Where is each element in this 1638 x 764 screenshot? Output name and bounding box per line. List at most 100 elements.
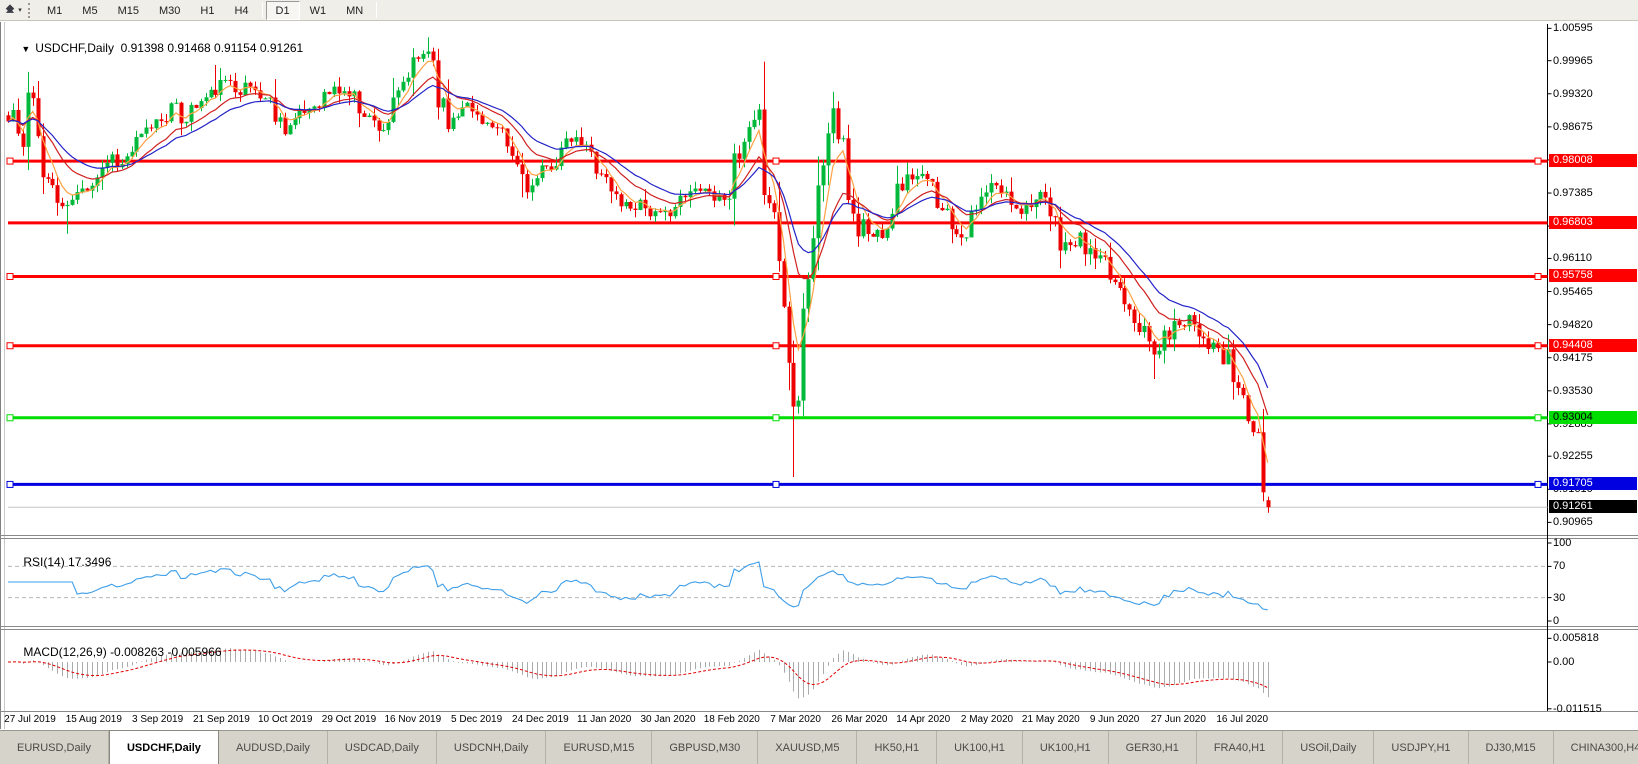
candle-body [140,134,144,137]
rsi-indicator-label: RSI(14) 17.3496 [10,541,111,583]
timeframe-button-mn[interactable]: MN [336,1,373,20]
candle-body [615,191,619,194]
toolbar-grip[interactable] [28,3,33,18]
time-axis-label[interactable]: 24 Dec 2019 [512,714,569,725]
candle-body [407,78,411,82]
tab-gbpusd-m30[interactable]: GBPUSD,M30 [652,731,758,764]
hline-marker[interactable] [1535,481,1541,487]
time-axis-label[interactable]: 15 Aug 2019 [66,714,122,725]
timeframe-button-m5[interactable]: M5 [72,1,107,20]
candle-body [155,119,159,128]
time-axis-label[interactable]: 5 Dec 2019 [451,714,502,725]
time-axis-label[interactable]: 30 Jan 2020 [640,714,695,725]
hline-marker[interactable] [773,415,779,421]
time-axis-label[interactable]: 16 Nov 2019 [384,714,441,725]
timeframe-button-h4[interactable]: H4 [224,1,258,20]
candle-body [1039,192,1043,200]
candle-body [876,230,880,237]
tab-eurusd-daily[interactable]: EURUSD,Daily [0,731,109,764]
tab-hk50-h1[interactable]: HK50,H1 [857,731,937,764]
tab-usdjpy-h1[interactable]: USDJPY,H1 [1374,731,1468,764]
tab-usdcnh-daily[interactable]: USDCNH,Daily [437,731,547,764]
timeframe-button-m15[interactable]: M15 [108,1,149,20]
hline-marker[interactable] [7,273,13,279]
candle-body [289,125,293,134]
chart-tabs: EURUSD,DailyUSDCHF,DailyAUDUSD,DailyUSDC… [0,731,1638,764]
hline-marker[interactable] [7,158,13,164]
time-axis-label[interactable]: 29 Oct 2019 [322,714,376,725]
chart-background[interactable] [0,21,1638,730]
hline-marker[interactable] [1535,158,1541,164]
candle-body [946,209,950,210]
candle-body [471,103,475,112]
tab-ger30-h1[interactable]: GER30,H1 [1109,731,1197,764]
hline-marker[interactable] [1535,273,1541,279]
caret-down-icon: ▾ [18,7,22,14]
candle-body [397,90,401,97]
hline-marker[interactable] [1535,415,1541,421]
rsi-scale-label: 0 [1553,615,1559,627]
macd-scale-label: -0.011515 [1553,703,1602,715]
tab-usdcad-daily[interactable]: USDCAD,Daily [328,731,437,764]
hline-marker[interactable] [773,273,779,279]
tab-uk100-h1[interactable]: UK100,H1 [937,731,1023,764]
symbol-dropdown-icon[interactable]: ▼ [21,44,30,54]
candle-body [274,98,278,122]
candle-body [185,122,189,124]
time-axis-label[interactable]: 27 Jun 2020 [1151,714,1206,725]
timeframe-button-m1[interactable]: M1 [37,1,72,20]
rsi-scale-label: 30 [1553,592,1565,604]
tab-fra40-h1[interactable]: FRA40,H1 [1197,731,1283,764]
tab-xauusd-m5[interactable]: XAUUSD,M5 [758,731,857,764]
tab-usoil-daily[interactable]: USOil,Daily [1283,731,1374,764]
macd-indicator-label: MACD(12,26,9) -0.008263 -0.005966 [10,631,222,673]
candle-body [921,174,925,176]
hline-marker[interactable] [7,415,13,421]
time-axis-label[interactable]: 2 May 2020 [961,714,1013,725]
time-axis-label[interactable]: 18 Feb 2020 [704,714,760,725]
time-axis-label[interactable]: 27 Jul 2019 [4,714,56,725]
time-axis-label[interactable]: 7 Mar 2020 [770,714,821,725]
time-axis-label[interactable]: 10 Oct 2019 [258,714,312,725]
time-axis-label[interactable]: 14 Apr 2020 [896,714,950,725]
time-axis-label[interactable]: 3 Sep 2019 [132,714,183,725]
chart-canvas[interactable] [0,0,1638,730]
candle-body [965,237,969,238]
hline-marker[interactable] [7,343,13,349]
candle-body [659,211,663,212]
time-axis-label[interactable]: 9 Jun 2020 [1090,714,1140,725]
timeframe-button-w1[interactable]: W1 [300,1,337,20]
candle-body [857,214,861,237]
tab-audusd-daily[interactable]: AUDUSD,Daily [219,731,328,764]
rsi-scale-label: 100 [1553,537,1571,549]
candle-body [649,208,653,216]
chart-tools-icon[interactable]: ▾ [0,1,26,20]
tab-china300-h4[interactable]: CHINA300,H4 [1554,731,1638,764]
candle-body [980,197,984,210]
hline-marker[interactable] [773,158,779,164]
candle-body [1049,198,1053,217]
tab-eurusd-m15[interactable]: EURUSD,M15 [546,731,652,764]
timeframe-button-h1[interactable]: H1 [190,1,224,20]
price-tick-label: 0.97385 [1553,187,1593,199]
candle-body [748,127,752,142]
tab-usdchf-daily[interactable]: USDCHF,Daily [109,730,219,764]
candle-body [210,90,214,98]
price-tick-label: 0.96110 [1553,252,1592,264]
timeframe-button-d1[interactable]: D1 [266,1,300,20]
hline-marker[interactable] [7,481,13,487]
time-axis-label[interactable]: 26 Mar 2020 [831,714,887,725]
tab-dj30-m15[interactable]: DJ30,M15 [1469,731,1554,764]
hline-marker[interactable] [1535,343,1541,349]
time-axis-label[interactable]: 21 Sep 2019 [193,714,250,725]
candle-body [313,106,317,108]
timeframe-button-m30[interactable]: M30 [149,1,190,20]
mt4-window: ▾ M1M5M15M30H1H4 D1W1MN ▼ USDCHF,Daily 0.9… [0,0,1638,764]
time-axis-label[interactable]: 11 Jan 2020 [577,714,631,725]
tab-uk100-h1[interactable]: UK100,H1 [1023,731,1109,764]
hline-marker[interactable] [773,343,779,349]
hline-marker[interactable] [773,481,779,487]
candle-body [382,130,386,131]
time-axis-label[interactable]: 21 May 2020 [1022,714,1080,725]
time-axis-label[interactable]: 16 Jul 2020 [1216,714,1268,725]
